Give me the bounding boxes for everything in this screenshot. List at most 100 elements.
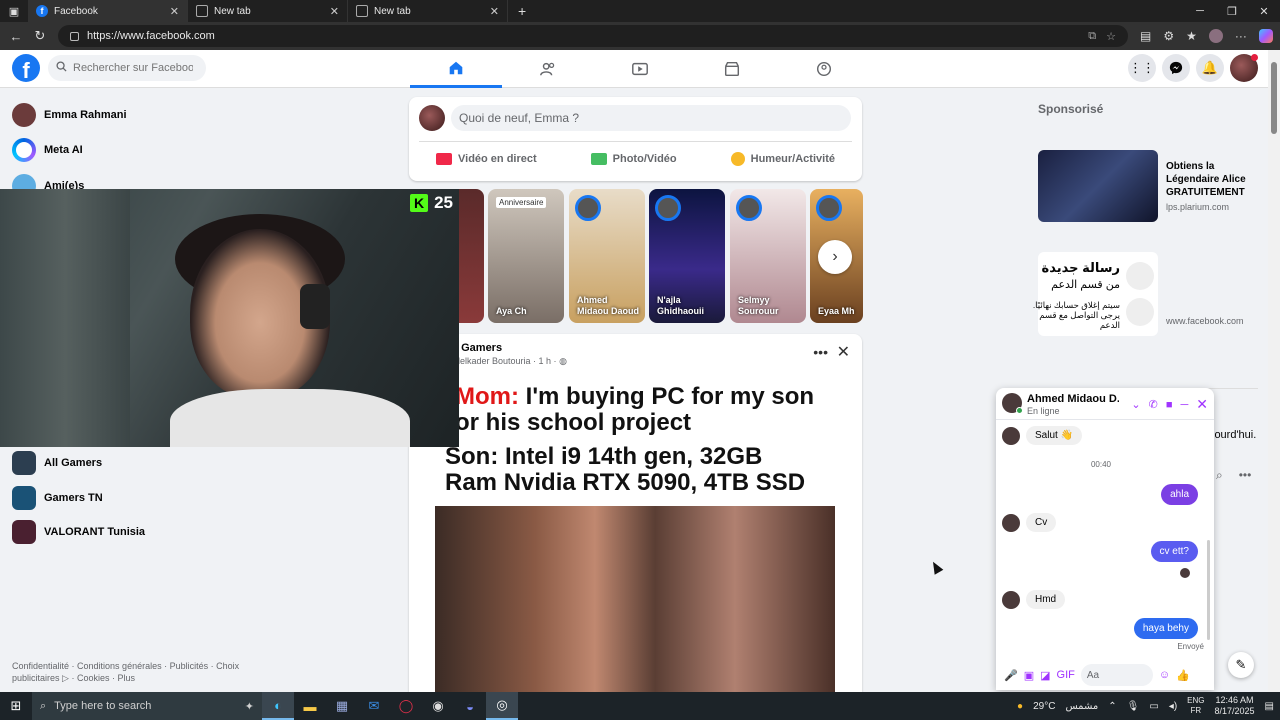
ad-image[interactable]: رسالة جديدة من قسم الدعم سيتم إغلاق حساب… <box>1033 252 1158 336</box>
facebook-logo-icon[interactable]: f <box>12 54 40 82</box>
chat-contact-name[interactable]: Ahmed Midaou D... <box>1027 393 1119 405</box>
new-message-button[interactable]: ✎ <box>1228 652 1254 678</box>
message-bubble[interactable]: Hmd <box>1026 590 1066 609</box>
obs-icon[interactable]: ◎ <box>486 692 518 720</box>
windows-start-icon[interactable]: ⊞ <box>0 692 32 720</box>
more-icon[interactable]: ··· <box>1235 29 1247 43</box>
friends-icon[interactable] <box>502 50 594 88</box>
post-group-name[interactable]: l Gamers <box>455 342 502 354</box>
close-tab-icon[interactable]: ✕ <box>490 5 499 18</box>
ad-url[interactable]: www.facebook.com <box>1166 316 1244 326</box>
scrollbar-thumb[interactable] <box>1271 62 1277 134</box>
minimize-icon[interactable]: ─ <box>1184 0 1216 22</box>
story-card[interactable]: Selmyy Sourouur <box>730 189 806 323</box>
refresh-icon[interactable]: ↻ <box>28 28 52 44</box>
message-outgoing[interactable]: cv ett? <box>1150 541 1198 562</box>
taskbar-search[interactable]: ⌕ Type here to search ✦ <box>32 692 262 720</box>
back-icon[interactable]: ← <box>4 29 28 44</box>
chat-scrollbar[interactable] <box>1207 540 1210 640</box>
tab-new-2[interactable]: New tab ✕ <box>348 0 508 22</box>
chrome-icon[interactable]: ◉ <box>422 692 454 720</box>
mic-tray-icon[interactable]: 🎙 <box>1127 701 1140 712</box>
split-screen-icon[interactable]: ▤ <box>1140 29 1151 43</box>
emoji-icon[interactable]: ☺ <box>1159 669 1170 681</box>
sidebar-group-valorant-tunisia[interactable]: VALORANT Tunisia <box>12 520 145 544</box>
extensions-icon[interactable]: ⚙ <box>1163 29 1174 43</box>
post-options-icon[interactable]: ••• <box>813 344 828 360</box>
app-available-icon[interactable]: ⧉ <box>1088 30 1096 43</box>
close-window-icon[interactable]: ✕ <box>1248 0 1280 22</box>
sidebar-group-all-gamers[interactable]: All Gamers <box>12 451 102 475</box>
message-bubble[interactable]: Cv <box>1026 513 1057 532</box>
minimize-chat-icon[interactable]: ─ <box>1180 399 1188 411</box>
weather-icon[interactable]: ● <box>1017 701 1023 712</box>
message-bubble[interactable]: Salut 👋 <box>1026 426 1083 445</box>
message-outgoing[interactable]: haya behy <box>1133 618 1198 639</box>
outlook-icon[interactable]: ✉ <box>358 692 390 720</box>
sticker-icon[interactable]: ◪ <box>1040 669 1050 682</box>
video-call-icon[interactable]: ■ <box>1166 399 1173 411</box>
close-chat-icon[interactable]: ✕ <box>1196 396 1208 413</box>
clock[interactable]: 12:46 AM 8/17/2025 <box>1215 695 1255 717</box>
discord-icon[interactable]: ◒ <box>454 692 486 720</box>
footer-links[interactable]: Confidentialité · Conditions générales ·… <box>12 660 242 684</box>
story-card[interactable]: N'ajla Ghidhaouii <box>649 189 725 323</box>
weather-text[interactable]: مشمس <box>1065 701 1098 712</box>
tab-facebook[interactable]: f Facebook ✕ <box>28 0 188 22</box>
language-indicator[interactable]: ENG FR <box>1187 696 1204 716</box>
post-image[interactable]: Mom: I'm buying PC for my son or his sch… <box>409 376 862 692</box>
show-hidden-icons-icon[interactable]: ⌃ <box>1108 701 1116 712</box>
image-icon[interactable]: ▣ <box>1024 669 1034 682</box>
ad-title[interactable]: Obtiens la Légendaire Alice GRATUITEMENT <box>1166 160 1266 199</box>
sidebar-group-gamers-tn[interactable]: Gamers TN <box>12 486 103 510</box>
gaming-icon[interactable] <box>778 50 870 88</box>
home-icon[interactable] <box>410 50 502 88</box>
tab-new-1[interactable]: New tab ✕ <box>188 0 348 22</box>
menu-grid-icon[interactable]: ⋮⋮ <box>1128 54 1156 82</box>
search-input[interactable] <box>73 62 193 74</box>
window-menu-icon[interactable]: ▣ <box>0 0 28 22</box>
gif-icon[interactable]: GIF <box>1057 669 1075 681</box>
copilot-sparkle-icon[interactable]: ✦ <box>245 700 254 713</box>
new-tab-button[interactable]: + <box>508 3 536 19</box>
sidebar-item-meta-ai[interactable]: Meta AI <box>12 138 83 162</box>
story-card[interactable]: Ahmed Midaou Daoud <box>569 189 645 323</box>
close-tab-icon[interactable]: ✕ <box>170 5 179 18</box>
close-tab-icon[interactable]: ✕ <box>330 5 339 18</box>
like-thumb-icon[interactable]: 👍 <box>1176 669 1190 682</box>
story-card[interactable]: Anniversaire Aya Ch <box>488 189 564 323</box>
profile-icon[interactable] <box>1208 29 1223 43</box>
chat-header[interactable]: Ahmed Midaou D... En ligne ⌄ ✆ ■ ─ ✕ <box>996 388 1214 420</box>
store-icon[interactable]: ▦ <box>326 692 358 720</box>
feeling-activity-button[interactable]: Humeur/Activité <box>730 147 835 171</box>
file-explorer-icon[interactable]: ▬ <box>294 692 326 720</box>
account-avatar[interactable] <box>1230 54 1258 82</box>
opera-icon[interactable]: ◯ <box>390 692 422 720</box>
messenger-icon[interactable] <box>1162 54 1190 82</box>
message-input[interactable]: Aa <box>1080 664 1153 686</box>
favorites-icon[interactable]: ★ <box>1186 29 1197 43</box>
ad-url[interactable]: lps.plarium.com <box>1166 202 1229 212</box>
favorite-star-icon[interactable]: ☆ <box>1106 30 1116 43</box>
weather-temp[interactable]: 29°C <box>1033 701 1055 712</box>
contacts-options-icon[interactable]: ••• <box>1239 468 1252 483</box>
copilot-icon[interactable] <box>1258 29 1273 43</box>
stories-next-button[interactable]: › <box>818 240 852 274</box>
maximize-icon[interactable]: ❐ <box>1216 0 1248 22</box>
phone-call-icon[interactable]: ✆ <box>1149 398 1158 411</box>
notifications-bell-icon[interactable]: 🔔 <box>1196 54 1224 82</box>
composer-input[interactable]: Quoi de neuf, Emma ? <box>451 105 851 131</box>
chevron-down-icon[interactable]: ⌄ <box>1131 398 1140 411</box>
close-icon[interactable]: ✕ <box>837 342 850 362</box>
microphone-icon[interactable]: 🎤 <box>1004 669 1018 682</box>
photo-video-button[interactable]: Photo/Vidéo <box>590 147 677 171</box>
volume-icon[interactable]: ◂) <box>1169 701 1177 712</box>
network-icon[interactable]: ▭ <box>1149 701 1158 712</box>
search-box[interactable] <box>48 55 206 81</box>
ad-image[interactable] <box>1038 150 1158 222</box>
marketplace-icon[interactable] <box>686 50 778 88</box>
sidebar-item-profile[interactable]: Emma Rahmani <box>12 103 127 127</box>
page-scrollbar[interactable] <box>1268 50 1280 692</box>
live-video-button[interactable]: Vidéo en direct <box>436 147 537 171</box>
edge-icon[interactable]: ◐ <box>262 692 294 720</box>
